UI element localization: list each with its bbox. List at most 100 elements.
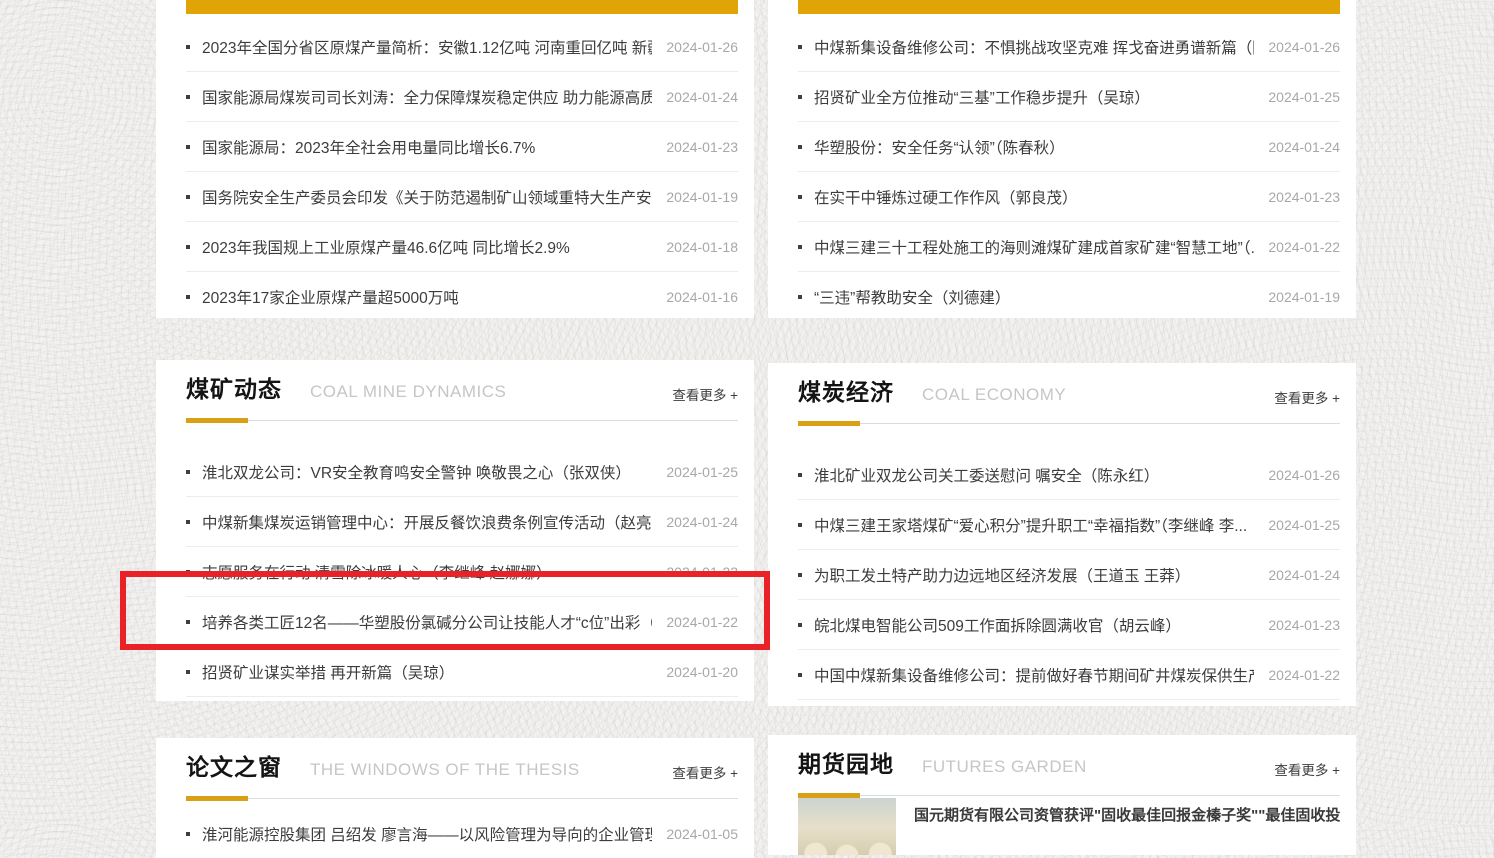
article-thumbnail[interactable] [798,798,896,855]
news-title: 国家能源局：2023年全社会用电量同比增长6.7% [202,136,652,158]
news-list-item[interactable]: 淮河能源控股集团 吕绍发 廖言海——以风险管理为导向的企业管理创... 2024… [186,809,738,858]
news-list-item[interactable]: 国务院安全生产委员会印发《关于防范遏制矿山领域重特大生产安全事... 2024-… [186,172,738,222]
news-list-item[interactable]: 皖北煤电智能公司509工作面拆除圆满收官（胡云峰） 2024-01-23 [798,600,1340,650]
bullet-square-icon [798,523,802,527]
news-title: 国务院安全生产委员会印发《关于防范遏制矿山领域重特大生产安全事... [202,186,652,208]
news-title: 2023年全国分省区原煤产量简析：安徽1.12亿吨 河南重回亿吨 新疆增... [202,36,652,58]
section-header: 期货园地 FUTURES GARDEN 查看更多 + [798,735,1340,796]
view-more-link[interactable]: 查看更多 + [1274,759,1340,779]
news-date: 2024-01-24 [1268,567,1340,583]
section-title-cn: 期货园地 [798,749,894,779]
news-date: 2024-01-24 [666,89,738,105]
bullet-square-icon [798,295,802,299]
news-list: 中煤新集设备维修公司：不惧挑战攻坚克难 挥戈奋进勇谱新篇（陈海... 2024-… [798,22,1340,318]
news-title: 招贤矿业全方位推动“三基”工作稳步提升（吴琼） [814,86,1254,108]
bullet-square-icon [186,470,190,474]
bullet-square-icon [798,673,802,677]
news-list-item[interactable]: “三违”帮教助安全（刘德建） 2024-01-19 [798,272,1340,318]
news-date: 2024-01-25 [1268,89,1340,105]
featured-article-title: 国元期货有限公司资管获评"固收最佳回报金榛子奖""最佳固收投资管… [914,798,1340,855]
view-more-link[interactable]: 查看更多 + [1274,387,1340,407]
section-title-en: FUTURES GARDEN [922,757,1087,777]
bullet-square-icon [798,473,802,477]
news-date: 2024-01-19 [1268,289,1340,305]
bullet-square-icon [186,570,190,574]
news-title: 淮河能源控股集团 吕绍发 廖言海——以风险管理为导向的企业管理创... [202,823,652,845]
news-date: 2024-01-23 [1268,617,1340,633]
news-title: 为职工发土特产助力边远地区经济发展（王道玉 王莽） [814,564,1254,586]
section-header: 论文之窗 THE WINDOWS OF THE THESIS 查看更多 + [186,738,738,799]
bullet-square-icon [186,95,190,99]
bullet-square-icon [798,195,802,199]
news-date: 2024-01-22 [666,614,738,630]
news-title: 志愿服务在行动 清雪除冰暖人心（李继峰 赵娜娜） [202,561,652,583]
news-title: 中国中煤新集设备维修公司：提前做好春节期间矿井煤炭保供生产所... [814,664,1254,686]
news-title: “三违”帮教助安全（刘德建） [814,286,1254,308]
bullet-square-icon [798,45,802,49]
section-header: 煤炭经济 COAL ECONOMY 查看更多 + [798,363,1340,424]
news-date: 2024-01-22 [1268,239,1340,255]
news-title: 淮北矿业双龙公司关工委送慰问 嘱安全（陈永红） [814,464,1254,486]
news-date: 2024-01-22 [1268,667,1340,683]
news-list-item-highlighted[interactable]: 培养各类工匠12名——华塑股份氯碱分公司让技能人才“c位”出彩（... 2024… [186,597,738,647]
bullet-square-icon [798,623,802,627]
news-list-item[interactable]: 华塑股份：安全任务“认领”（陈春秋） 2024-01-24 [798,122,1340,172]
news-list-item[interactable]: 招贤矿业全方位推动“三基”工作稳步提升（吴琼） 2024-01-25 [798,72,1340,122]
news-list-item[interactable]: 中煤三建王家塔煤矿“爱心积分”提升职工“幸福指数”（李继峰 李... 2024-… [798,500,1340,550]
bullet-square-icon [186,520,190,524]
news-list-item[interactable]: 招贤矿业谋实举措 再开新篇（吴琼） 2024-01-20 [186,647,738,697]
featured-article[interactable]: 国元期货有限公司资管获评"固收最佳回报金榛子奖""最佳固收投资管… [798,798,1340,855]
news-date: 2024-01-24 [1268,139,1340,155]
bullet-square-icon [186,670,190,674]
bullet-square-icon [186,832,190,836]
section-title-cn: 论文之窗 [186,752,282,782]
section-header: 煤矿动态 COAL MINE DYNAMICS 查看更多 + [186,360,738,421]
news-list-item[interactable]: 志愿服务在行动 清雪除冰暖人心（李继峰 赵娜娜） 2024-01-23 [186,547,738,597]
news-list-item[interactable]: 2023年17家企业原煤产量超5000万吨 2024-01-16 [186,272,738,318]
title-gold-underline [798,793,860,798]
news-list-item[interactable]: 在实干中锤炼过硬工作作风（郭良茂） 2024-01-23 [798,172,1340,222]
news-list-item[interactable]: 淮北矿业双龙公司关工委送慰问 嘱安全（陈永红） 2024-01-26 [798,450,1340,500]
news-date: 2024-01-26 [1268,39,1340,55]
news-date: 2024-01-26 [666,39,738,55]
bullet-square-icon [186,145,190,149]
news-list-item[interactable]: 为职工发土特产助力边远地区经济发展（王道玉 王莽） 2024-01-24 [798,550,1340,600]
news-list-item[interactable]: 2023年我国规上工业原煤产量46.6亿吨 同比增长2.9% 2024-01-1… [186,222,738,272]
news-list-item[interactable]: 中煤三建三十工程处施工的海则滩煤矿建成首家矿建“智慧工地”（... 2024-0… [798,222,1340,272]
news-title: 在实干中锤炼过硬工作作风（郭良茂） [814,186,1254,208]
news-title: 皖北煤电智能公司509工作面拆除圆满收官（胡云峰） [814,614,1254,636]
panel-thesis-window: 论文之窗 THE WINDOWS OF THE THESIS 查看更多 + 淮河… [156,738,754,858]
news-date: 2024-01-24 [666,514,738,530]
panel-top-right-news: 中煤新集设备维修公司：不惧挑战攻坚克难 挥戈奋进勇谱新篇（陈海... 2024-… [768,0,1356,318]
section-title-en: COAL ECONOMY [922,385,1066,405]
news-title: 淮北双龙公司：VR安全教育鸣安全警钟 唤敬畏之心（张双侠） [202,461,652,483]
news-list-item[interactable]: 中煤新集煤炭运销管理中心：开展反餐饮浪费条例宣传活动（赵亮） 2024-01-2… [186,497,738,547]
news-title: 培养各类工匠12名——华塑股份氯碱分公司让技能人才“c位”出彩（... [202,611,652,633]
news-list-item[interactable]: 2023年全国分省区原煤产量简析：安徽1.12亿吨 河南重回亿吨 新疆增... … [186,22,738,72]
bullet-square-icon [798,145,802,149]
title-gold-underline [798,421,860,426]
news-date: 2024-01-19 [666,189,738,205]
news-list-item[interactable]: 中国中煤新集设备维修公司：提前做好春节期间矿井煤炭保供生产所... 2024-0… [798,650,1340,700]
news-list-item[interactable]: 中煤新集设备维修公司：不惧挑战攻坚克难 挥戈奋进勇谱新篇（陈海... 2024-… [798,22,1340,72]
section-title-cn: 煤炭经济 [798,377,894,407]
bullet-square-icon [186,195,190,199]
news-date: 2024-01-20 [666,664,738,680]
bullet-square-icon [186,620,190,624]
news-date: 2024-01-26 [1268,467,1340,483]
news-list: 淮北矿业双龙公司关工委送慰问 嘱安全（陈永红） 2024-01-26 中煤三建王… [798,450,1340,700]
bullet-square-icon [798,573,802,577]
section-title-cn: 煤矿动态 [186,374,282,404]
bullet-square-icon [798,245,802,249]
title-gold-underline [186,796,248,801]
news-list-item[interactable]: 淮北双龙公司：VR安全教育鸣安全警钟 唤敬畏之心（张双侠） 2024-01-25 [186,447,738,497]
news-list-item[interactable]: 国家能源局煤炭司司长刘涛：全力保障煤炭稳定供应 助力能源高质量... 2024-… [186,72,738,122]
panel-coal-mine-dynamics: 煤矿动态 COAL MINE DYNAMICS 查看更多 + 淮北双龙公司：VR… [156,360,754,701]
news-title: 中煤新集煤炭运销管理中心：开展反餐饮浪费条例宣传活动（赵亮） [202,511,652,533]
view-more-link[interactable]: 查看更多 + [672,762,738,782]
view-more-link[interactable]: 查看更多 + [672,384,738,404]
news-list-item[interactable]: 国家能源局：2023年全社会用电量同比增长6.7% 2024-01-23 [186,122,738,172]
news-title: 中煤三建三十工程处施工的海则滩煤矿建成首家矿建“智慧工地”（... [814,236,1254,258]
news-date: 2024-01-25 [666,464,738,480]
news-title: 招贤矿业谋实举措 再开新篇（吴琼） [202,661,652,683]
